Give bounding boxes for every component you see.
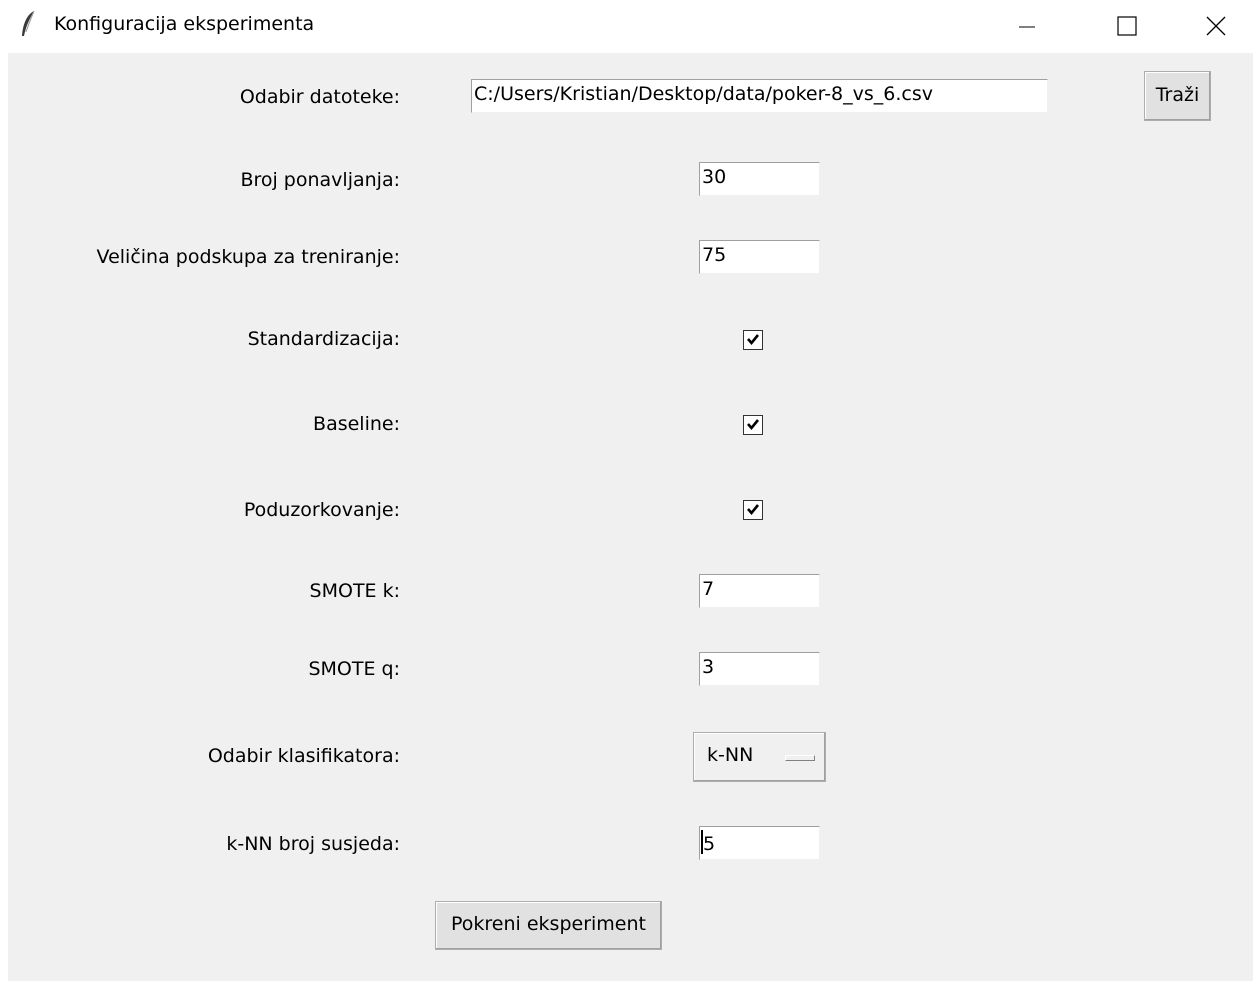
form-panel: Odabir datoteke: C:/Users/Kristian/Deskt… (8, 53, 1253, 981)
baseline-checkbox[interactable] (743, 415, 763, 435)
knn-neighbors-label: k-NN broj susjeda: (226, 833, 400, 855)
minimize-button[interactable] (1004, 0, 1050, 52)
train-size-label: Veličina podskupa za treniranje: (96, 246, 400, 268)
window-title: Konfiguracija eksperimenta (54, 13, 315, 35)
smote-q-input[interactable]: 3 (699, 652, 820, 686)
title-bar: Konfiguracija eksperimenta (0, 0, 1253, 52)
knn-neighbors-input[interactable]: 5 (699, 826, 820, 860)
repetitions-input[interactable]: 30 (699, 162, 820, 196)
file-path-input[interactable]: C:/Users/Kristian/Desktop/data/poker-8_v… (471, 79, 1048, 113)
knn-neighbors-value: 5 (703, 833, 716, 855)
baseline-label: Baseline: (313, 413, 400, 435)
train-size-input[interactable]: 75 (699, 240, 820, 274)
classifier-label: Odabir klasifikatora: (207, 745, 400, 767)
classifier-select[interactable]: k-NN (693, 732, 826, 782)
maximize-button[interactable] (1104, 0, 1150, 52)
dropdown-indicator-icon (785, 755, 815, 761)
undersampling-checkbox[interactable] (743, 500, 763, 520)
run-experiment-button[interactable]: Pokreni eksperiment (435, 901, 662, 950)
repetitions-label: Broj ponavljanja: (240, 169, 400, 191)
checkmark-icon (747, 504, 760, 516)
standardization-label: Standardizacija: (247, 328, 400, 350)
minimize-icon (1019, 26, 1035, 28)
checkmark-icon (747, 334, 760, 346)
smote-q-label: SMOTE q: (308, 658, 400, 680)
close-button[interactable] (1193, 0, 1239, 52)
smote-k-input[interactable]: 7 (699, 574, 820, 608)
browse-button[interactable]: Traži (1144, 71, 1211, 121)
close-icon (1206, 16, 1226, 36)
maximize-icon (1117, 16, 1137, 36)
feather-icon (20, 10, 36, 40)
smote-k-label: SMOTE k: (309, 580, 400, 602)
file-label: Odabir datoteke: (239, 86, 400, 108)
standardization-checkbox[interactable] (743, 330, 763, 350)
checkmark-icon (747, 419, 760, 431)
undersampling-label: Poduzorkovanje: (243, 499, 400, 521)
classifier-selected-value: k-NN (707, 744, 754, 766)
